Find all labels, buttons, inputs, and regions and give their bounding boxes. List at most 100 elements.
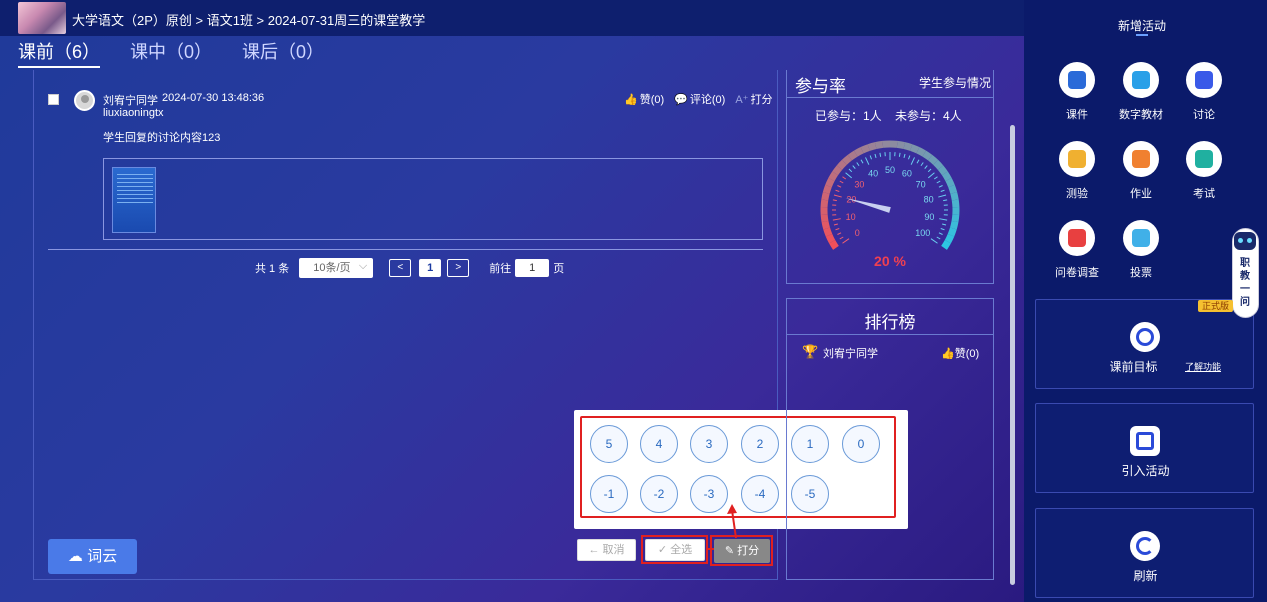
gauge-tick-label: 30 xyxy=(854,179,864,189)
import-activity-card[interactable]: 引入活动 xyxy=(1035,403,1254,493)
gauge-tick xyxy=(856,162,860,167)
next-page-button[interactable]: > xyxy=(447,259,470,277)
ranking-panel xyxy=(786,298,994,580)
vote-icon xyxy=(1123,220,1159,256)
gauge-arc-segment xyxy=(825,233,836,244)
gauge-tick xyxy=(938,185,943,188)
gauge-needle xyxy=(845,198,891,213)
participation-stats: 已参与：1人 未参与：4人 xyxy=(815,109,962,123)
gauge-tick-label: 70 xyxy=(916,179,926,189)
score-option[interactable]: -1 xyxy=(590,475,628,513)
pre-class-goal-card[interactable]: 课前目标 了解功能 xyxy=(1035,299,1254,389)
participation-title: 参与率 xyxy=(795,77,846,96)
gauge-tick xyxy=(837,232,842,235)
gauge-tick xyxy=(842,238,850,244)
gauge-arc-segment xyxy=(910,144,920,154)
gauge-tick xyxy=(832,218,841,221)
goto-page-input[interactable]: 1 xyxy=(515,259,550,277)
learn-feature-link[interactable]: 了解功能 xyxy=(1185,360,1221,373)
activity-vote[interactable]: 投票 xyxy=(1111,220,1171,280)
like-button[interactable]: 👍 赞(0) xyxy=(624,91,664,107)
gauge-arc-segment xyxy=(896,140,906,149)
import-icon xyxy=(1130,426,1160,456)
gauge-tick xyxy=(835,189,840,193)
gauge-arc-segment xyxy=(841,154,852,165)
scrollbar[interactable] xyxy=(1010,125,1015,585)
gauge-arc-segment xyxy=(951,199,960,208)
gauge-percent-label: 20 % xyxy=(874,253,906,269)
total-count: 共 1 条 xyxy=(255,263,290,275)
activity-courseware[interactable]: 课件 xyxy=(1047,62,1107,122)
goto-unit: 页 xyxy=(553,263,565,275)
score-link[interactable]: A⁺ 打分 xyxy=(735,91,772,107)
gauge-arc-segment xyxy=(821,220,831,230)
score-option[interactable]: 4 xyxy=(640,425,678,463)
score-option[interactable]: 5 xyxy=(590,425,628,463)
gauge-arc-segment xyxy=(949,220,959,230)
comment-button[interactable]: 💬 评论(0) xyxy=(674,91,725,107)
homework-icon xyxy=(1123,141,1159,177)
gauge-arc-segment xyxy=(828,171,839,182)
gauge-tick xyxy=(942,223,947,226)
gauge-tick xyxy=(924,165,928,169)
courseware-icon xyxy=(1059,62,1095,98)
gauge-tick xyxy=(833,223,838,226)
gauge-arc-segment xyxy=(941,240,951,250)
gauge-tick-label: 0 xyxy=(855,228,860,238)
prev-page-button[interactable]: < xyxy=(389,259,412,277)
gauge-arc-segment xyxy=(825,177,835,188)
gauge-tick xyxy=(910,157,915,165)
exam-icon-glyph xyxy=(1195,150,1213,168)
score-option[interactable]: 3 xyxy=(690,425,728,463)
attachment-thumbnail[interactable] xyxy=(112,167,156,233)
score-button[interactable]: ✎ 打分 xyxy=(714,539,770,563)
gauge-tick-label: 40 xyxy=(868,169,878,179)
activity-quiz[interactable]: 测验 xyxy=(1047,141,1107,201)
current-page[interactable]: 1 xyxy=(419,259,442,277)
gauge-tick xyxy=(940,227,945,231)
participation-detail-link[interactable]: 学生参与情况 xyxy=(919,74,991,91)
import-icon-glyph xyxy=(1136,432,1154,450)
gauge-arc-segment xyxy=(820,199,829,208)
gauge-arc-segment xyxy=(829,240,839,250)
wordcloud-button[interactable]: ☁ 词云 xyxy=(48,539,137,574)
gauge-arc-segment xyxy=(945,177,955,188)
post-time: 2024-07-30 13:48:36 xyxy=(162,92,265,104)
gauge-arc-segment xyxy=(847,150,858,161)
cloud-icon: ☁ xyxy=(67,548,83,565)
tab-in-class[interactable]: 课中（0） xyxy=(130,38,212,68)
tab-after-class[interactable]: 课后（0） xyxy=(242,38,324,68)
gauge-arc-segment xyxy=(922,150,933,161)
gauge-tick xyxy=(903,153,906,158)
activity-homework[interactable]: 作业 xyxy=(1111,141,1171,201)
refresh-card[interactable]: 刷新 xyxy=(1035,508,1254,598)
post-content: 学生回复的讨论内容123 xyxy=(103,132,221,144)
quiz-icon-glyph xyxy=(1068,150,1086,168)
score-icon: A⁺ xyxy=(735,94,749,106)
activity-discussion[interactable]: 讨论 xyxy=(1174,62,1234,122)
gauge-arc-segment xyxy=(916,147,927,157)
import-activity-label: 引入活动 xyxy=(1121,464,1170,478)
post-author: 刘宥宁同学 xyxy=(103,95,158,107)
gauge-tick xyxy=(936,236,941,240)
gauge-tick-label: 80 xyxy=(924,195,934,205)
activity-exam[interactable]: 考试 xyxy=(1174,141,1234,201)
gauge-arc-segment xyxy=(832,165,843,176)
gauge-tick xyxy=(920,162,924,167)
gauge-tick xyxy=(839,180,844,184)
page-size-select[interactable]: 10条/页 xyxy=(299,256,374,278)
gauge-arc-segment xyxy=(821,192,830,201)
score-option[interactable]: 2 xyxy=(741,425,779,463)
divider xyxy=(786,334,994,335)
gauge-tick-label: 50 xyxy=(885,165,895,175)
gauge-arc-segment xyxy=(860,144,870,154)
select-all-button[interactable]: ✓ 全选 xyxy=(645,539,705,561)
activity-survey[interactable]: 问卷调查 xyxy=(1047,220,1107,280)
activity-digital-textbook[interactable]: 数字教材 xyxy=(1111,62,1171,122)
cancel-button[interactable]: ← 取消 xyxy=(577,539,636,561)
post-checkbox[interactable] xyxy=(48,94,59,105)
score-option[interactable]: -2 xyxy=(640,475,678,513)
target-icon xyxy=(1130,322,1160,352)
gauge-tick xyxy=(837,185,842,188)
tab-before-class[interactable]: 课前（6） xyxy=(18,38,101,68)
